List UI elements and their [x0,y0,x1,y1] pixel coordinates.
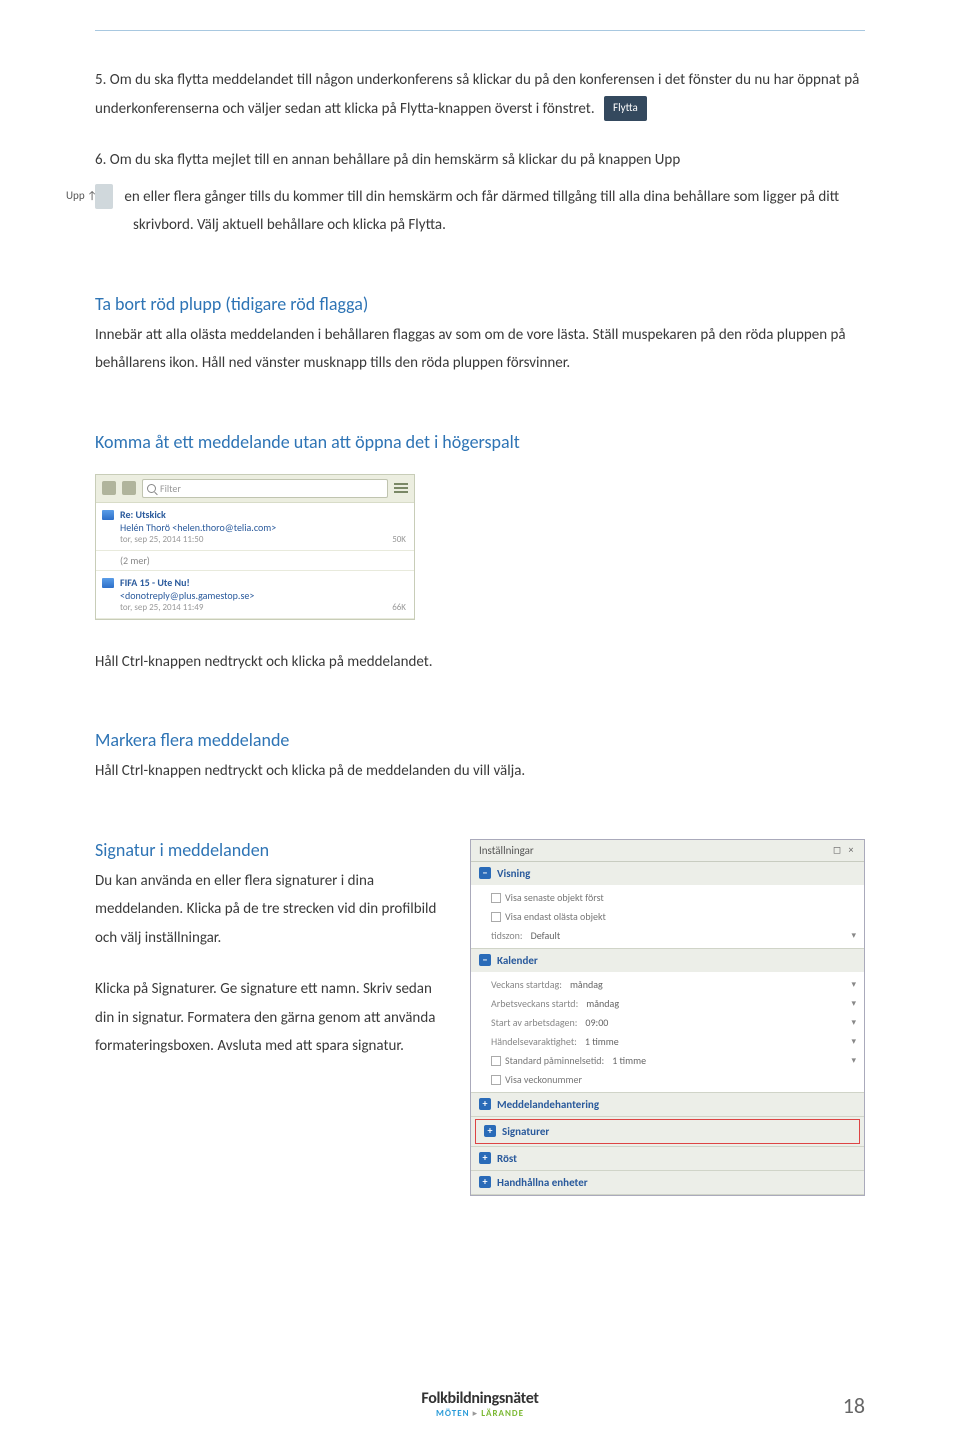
acc-rost: + Röst [471,1147,864,1170]
menu-icon [394,483,408,493]
k5-label: Standard påminnelsetid: [505,1054,604,1067]
paragraph-6b: Upp ↑ en eller flera gånger tills du kom… [95,183,865,240]
p6b-text: en eller flera gånger tills du kommer ti… [124,188,839,235]
settings-panel-figure: Inställningar ◻ × − Visning Visa senaste… [470,839,865,1196]
checkbox-icon [491,893,501,903]
collapse-icon: − [479,867,491,879]
p5-text: 5. Om du ska flytta meddelandet till någ… [95,71,859,118]
close-icon: × [846,845,856,855]
checkbox-icon [491,912,501,922]
footer-brand: Folkbildningsnätet MÖTEN ▸ LÄRANDE [0,1389,960,1419]
brand-sub-1: MÖTEN [436,1408,470,1419]
upp-button-inline: Upp ↑ [95,184,113,209]
tz-label: tidszon: [491,929,523,942]
section-signature-p2: Klicka på Signaturer. Ge signature ett n… [95,975,452,1061]
msg-from: <donotreply@plus.gamestop.se> [120,589,406,602]
k3-val: 09:00 [585,1016,851,1029]
acc-kalender-label: Kalender [497,954,538,967]
message-item: Re: Utskick Helén Thorö <helen.thoro@tel… [96,503,414,551]
opt-week-num: Visa veckonummer [505,1073,582,1086]
tz-value: Default [531,929,852,942]
expand-icon: + [484,1125,496,1137]
acc-hand-label: Handhållna enheter [497,1176,588,1189]
chevron-down-icon: ▾ [851,998,856,1009]
filter-input: Filter [142,479,388,498]
collapse-icon: − [479,954,491,966]
k4-label: Händelsevaraktighet: [491,1035,577,1048]
top-rule [95,30,865,31]
checkbox-icon [491,1056,501,1066]
section-mark-multiple-title: Markera flera meddelande [95,729,865,751]
opt-latest-first: Visa senaste objekt först [505,891,604,904]
acc-medd-label: Meddelandehantering [497,1098,599,1111]
chevron-down-icon: ▾ [851,1036,856,1047]
k4-val: 1 timme [585,1035,852,1048]
k3-label: Start av arbetsdagen: [491,1016,577,1029]
section-signature-title: Signatur i meddelanden [95,839,452,861]
msglist-toolbar: Filter [96,475,414,503]
compose-icon [102,481,116,495]
chevron-down-icon: ▾ [851,1017,856,1028]
message-item: FIFA 15 - Ute Nu! <donotreply@plus.games… [96,571,414,619]
section-mark-multiple-body: Håll Ctrl-knappen nedtryckt och klicka p… [95,757,865,786]
section-access-msg-foot: Håll Ctrl-knappen nedtryckt och klicka p… [95,648,865,677]
acc-kalender: − Kalender [471,949,864,972]
msg-size: 66K [392,602,406,613]
msg-subject: Re: Utskick [120,508,406,521]
msg-badge-icon [102,578,114,588]
k2-label: Arbetsveckans startd: [491,997,578,1010]
acc-rost-label: Röst [497,1152,517,1165]
expand-icon: + [479,1152,491,1164]
filter-placeholder: Filter [160,482,181,495]
acc-handheld: + Handhållna enheter [471,1171,864,1194]
msg-date: tor, sep 25, 2014 11:49 [120,602,203,613]
k5-val: 1 timme [612,1054,851,1067]
k1-val: måndag [570,978,852,991]
k1-label: Veckans startdag: [491,978,562,991]
msg-badge-icon [102,510,114,520]
search-icon [147,484,156,493]
acc-signaturer: + Signaturer [475,1119,860,1144]
chevron-down-icon: ▾ [851,979,856,990]
checkbox-icon [491,1075,501,1085]
section-signature-p1: Du kan använda en eller flera signaturer… [95,867,452,953]
opt-unread-only: Visa endast olästa objekt [505,910,606,923]
section-red-plupp-body: Innebär att alla olästa meddelanden i be… [95,321,865,378]
expand-icon: + [479,1098,491,1110]
msg-from: Helén Thorö <helen.thoro@telia.com> [120,521,406,534]
msg-more: (2 mer) [96,551,414,571]
section-red-plupp-title: Ta bort röd plupp (tidigare röd flagga) [95,293,865,315]
chevron-down-icon: ▾ [851,1055,856,1066]
message-list-figure: Filter Re: Utskick Helén Thorö <helen.th… [95,474,415,620]
msg-date: tor, sep 25, 2014 11:50 [120,534,203,545]
k2-val: måndag [586,997,851,1010]
paragraph-6a: 6. Om du ska flytta mejlet till en annan… [95,146,865,175]
paragraph-5: 5. Om du ska flytta meddelandet till någ… [95,66,865,123]
expand-icon: + [479,1176,491,1188]
page-number: 18 [843,1392,865,1419]
msg-size: 50K [392,534,406,545]
msg-subject: FIFA 15 - Ute Nu! [120,576,406,589]
acc-meddelande: + Meddelandehantering [471,1093,864,1116]
settings-title-text: Inställningar [479,844,534,857]
section-access-msg-title: Komma åt ett meddelande utan att öppna d… [95,431,865,453]
acc-visning: − Visning [471,862,864,885]
detach-icon: ◻ [832,845,842,855]
reply-icon [122,481,136,495]
acc-sign-label: Signaturer [502,1125,549,1138]
acc-visning-label: Visning [497,867,530,880]
flytta-button-inline: Flytta [604,96,647,121]
brand-sub-2: LÄRANDE [481,1408,524,1419]
brand-main: Folkbildningsnätet [421,1389,538,1408]
settings-titlebar: Inställningar ◻ × [471,840,864,862]
chevron-down-icon: ▾ [851,930,856,941]
